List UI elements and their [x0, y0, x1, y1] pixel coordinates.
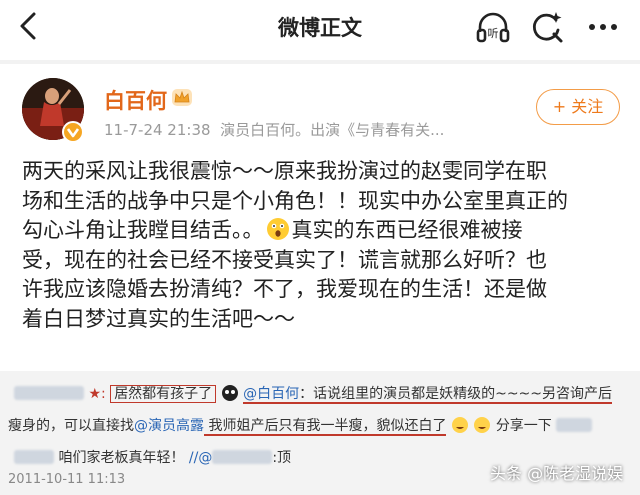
post-line: 受，现在的社会已经不接受真实了！谎言就那么好听？也: [22, 247, 547, 272]
embedded-row-3: 咱们家老板真年轻！ //@ :顶: [14, 447, 291, 467]
author-description: 演员白百何。出演《与青春有关...: [220, 121, 445, 139]
reply-text: 我师姐产后只有我一半瘦，貌似还白了: [204, 418, 447, 436]
reply-text: 咱们家老板真年轻！: [58, 450, 185, 466]
post-line: 许我应该隐婚去扮清纯？不了，我爱现在的生活！还是做: [22, 277, 547, 301]
post-timestamp: 11-7-24 21:38: [104, 121, 211, 139]
dark-face-emoji: [221, 385, 238, 401]
blurred-username: [14, 450, 54, 464]
post-meta: 11-7-24 21:38 演员白百何。出演《与青春有关...: [104, 119, 444, 140]
star-icon: ★:: [88, 386, 106, 402]
reply-text: 瘦身的，可以直接找: [8, 418, 134, 434]
post-text: 勾心斗角让我瞠目结舌。。: [22, 218, 264, 242]
embedded-timestamp: 2011-10-11 11:13: [8, 472, 126, 487]
blurred-username: [556, 418, 593, 432]
post-line: 场和生活的战争中只是个小角色！！现实中办公室里真正的: [22, 188, 568, 213]
laughing-face-emoji: [451, 417, 468, 433]
reply-text: ：话说组里的演员都是妖精级的~~~~另咨询产后: [299, 386, 613, 402]
listen-label: 听: [488, 27, 499, 40]
top-nav-bar: 微博正文 听: [0, 0, 640, 56]
search-refresh-icon[interactable]: [528, 8, 566, 46]
post-line: 两天的采风让我很震惊～～原来我扮演过的赵雯同学在职: [22, 159, 547, 183]
post-text: 真实的东西已经很难被接: [291, 218, 523, 242]
verified-v-icon: [62, 121, 84, 143]
header-divider: [0, 60, 640, 64]
mention-link[interactable]: @演员高露: [134, 418, 204, 434]
boxed-comment: 居然都有孩子了: [110, 385, 217, 403]
watermark: 头条 @陈老湿说娱: [490, 464, 624, 483]
blurred-username: [14, 386, 84, 400]
post-line: 着白日梦过真实的生活吧～～: [22, 306, 295, 331]
embedded-row-2: 瘦身的，可以直接找@演员高露 我师姐产后只有我一半瘦，貌似还白了 分享一下: [8, 415, 593, 436]
crown-icon: [172, 89, 192, 106]
reply-text: 分享一下: [495, 418, 552, 434]
laughing-face-emoji: [474, 417, 491, 433]
more-icon[interactable]: [584, 8, 622, 46]
post-body: 两天的采风让我很震惊～～原来我扮演过的赵雯同学在职 场和生活的战争中只是个小角色…: [22, 157, 632, 334]
reply-text: :顶: [272, 450, 292, 466]
shocked-face-emoji: [266, 218, 289, 240]
embedded-row-1: ★: 居然都有孩子了 @白百何：话说组里的演员都是妖精级的~~~~另咨询产后: [14, 383, 613, 404]
author-name[interactable]: 白百何: [104, 85, 167, 115]
quoted-reply: @白百何：话说组里的演员都是妖精级的~~~~另咨询产后: [243, 386, 613, 404]
post-line: 勾心斗角让我瞠目结舌。。 真实的东西已经很难被接: [22, 216, 632, 246]
headphone-listen-icon[interactable]: 听: [474, 8, 512, 46]
follow-button[interactable]: + 关注: [536, 89, 620, 125]
blurred-username: [212, 450, 273, 464]
mention-link[interactable]: //@: [189, 450, 212, 466]
mention-link[interactable]: @白百何: [243, 386, 299, 402]
